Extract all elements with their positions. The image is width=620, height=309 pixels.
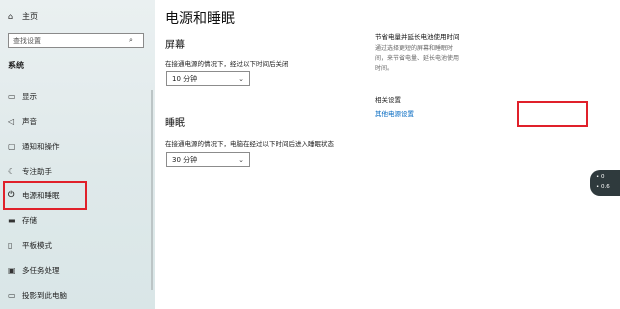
- screen-timeout-dropdown[interactable]: 10 分钟 ⌄: [166, 71, 250, 86]
- moon-icon: ☾: [8, 166, 16, 176]
- search-input[interactable]: 查找设置 ⌕: [8, 33, 144, 48]
- sidebar-item-label: 显示: [22, 91, 37, 101]
- sleep-timeout-dropdown[interactable]: 30 分钟 ⌄: [166, 152, 250, 167]
- notification-icon: ▢: [8, 141, 16, 151]
- project-icon: ▭: [8, 290, 16, 300]
- sidebar-item-label: 通知和操作: [22, 141, 60, 151]
- sidebar-item-label: 声音: [22, 116, 37, 126]
- sidebar-item-label: 投影到此电脑: [22, 290, 67, 300]
- sidebar-item-tablet-mode[interactable]: ▯ 平板模式: [8, 236, 148, 254]
- highlight-box-sidebar: [3, 181, 87, 210]
- sleep-timeout-value: 30 分钟: [172, 155, 198, 164]
- sidebar-item-multitasking[interactable]: ▣ 多任务处理: [8, 261, 148, 279]
- search-placeholder: 查找设置: [13, 36, 41, 45]
- sleep-heading: 睡眠: [165, 118, 185, 129]
- network-speed-widget: • 0 • 0.6: [590, 170, 620, 196]
- sidebar: ⌂ 主页 查找设置 ⌕ 系统 ▭ 显示 ◁ 声音 ▢ 通知和操作 ☾ 专注助手 …: [0, 0, 155, 309]
- sidebar-item-label: 平板模式: [22, 240, 52, 250]
- sidebar-item-label: 存储: [22, 215, 37, 225]
- download-speed: • 0.6: [596, 184, 610, 190]
- sidebar-item-display[interactable]: ▭ 显示: [8, 87, 148, 105]
- page-title: 电源和睡眠: [165, 11, 235, 27]
- chevron-down-icon: ⌄: [238, 155, 244, 164]
- related-settings-title: 相关设置: [375, 96, 401, 104]
- sleep-timeout-label: 在接通电源的情况下，电脑在经过以下时间后进入睡眠状态: [165, 140, 334, 148]
- screen-timeout-value: 10 分钟: [172, 74, 198, 83]
- sidebar-item-label: 专注助手: [22, 166, 52, 176]
- storage-icon: ▬: [8, 215, 16, 225]
- speaker-icon: ◁: [8, 116, 15, 126]
- tablet-icon: ▯: [8, 240, 13, 250]
- battery-tip-description: 通过选择更短的屏幕和睡眠时间，来节省电量、延长电池使用时间。: [375, 45, 460, 72]
- screen-heading: 屏幕: [165, 40, 185, 51]
- battery-tip-title: 节省电量并延长电池使用时间: [375, 33, 460, 41]
- sidebar-item-project[interactable]: ▭ 投影到此电脑: [8, 286, 148, 304]
- home-nav[interactable]: ⌂ 主页: [8, 8, 38, 24]
- sidebar-scrollbar[interactable]: [151, 90, 153, 290]
- multitasking-icon: ▣: [8, 265, 16, 275]
- section-title: 系统: [8, 61, 24, 70]
- additional-power-settings-link[interactable]: 其他电源设置: [375, 108, 414, 118]
- sidebar-item-storage[interactable]: ▬ 存储: [8, 211, 148, 229]
- monitor-icon: ▭: [8, 91, 16, 101]
- upload-speed: • 0: [596, 174, 605, 180]
- screen-timeout-label: 在接通电源的情况下，经过以下时间后关闭: [165, 60, 289, 68]
- sidebar-item-focus-assist[interactable]: ☾ 专注助手: [8, 162, 148, 180]
- highlight-box-link: [517, 101, 588, 127]
- chevron-down-icon: ⌄: [238, 74, 244, 83]
- home-label: 主页: [22, 11, 38, 21]
- sidebar-item-notifications[interactable]: ▢ 通知和操作: [8, 137, 148, 155]
- sidebar-item-label: 多任务处理: [22, 265, 60, 275]
- search-icon: ⌕: [129, 36, 133, 44]
- home-icon: ⌂: [8, 11, 14, 21]
- sidebar-item-sound[interactable]: ◁ 声音: [8, 112, 148, 130]
